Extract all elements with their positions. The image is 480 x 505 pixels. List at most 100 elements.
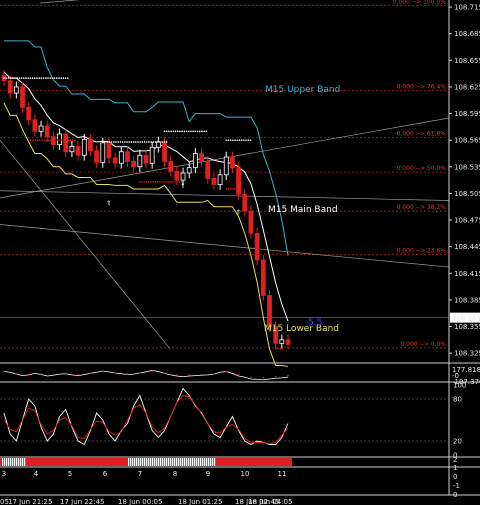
level-dot — [232, 139, 234, 141]
lower-band-line — [3, 102, 289, 367]
ind3-tick — [196, 458, 198, 466]
ind3-tick — [148, 458, 150, 466]
ind3-tick — [200, 458, 202, 466]
level-dot — [45, 139, 48, 141]
candle-body — [248, 210, 254, 234]
level-dot — [40, 77, 43, 79]
level-dot — [225, 139, 228, 141]
ind3-tick — [184, 458, 186, 466]
ind2-scale-label: 100 — [453, 382, 466, 390]
candle-body — [106, 142, 112, 159]
price-tick-label: 108.355 — [454, 323, 480, 331]
level-dot — [163, 181, 165, 183]
ind3-tick — [128, 458, 130, 466]
lower-band-label: M15 Lower Band — [264, 324, 339, 334]
level-dot — [130, 141, 133, 143]
level-dot — [183, 130, 186, 133]
level-dot — [277, 347, 279, 350]
level-dot — [64, 77, 67, 79]
level-dot — [56, 139, 59, 141]
ind3-scale-label: 1 — [453, 464, 457, 472]
ind3-number: 5 — [68, 470, 72, 478]
level-dot — [25, 77, 27, 79]
ind1-dot — [151, 370, 153, 372]
level-dot — [145, 181, 148, 183]
ind3-tick — [214, 458, 216, 466]
level-dot — [42, 77, 45, 79]
ind1-dot — [15, 372, 18, 375]
ind3-tick — [8, 458, 10, 466]
ind2-signal-line — [3, 395, 289, 445]
candle-body — [38, 125, 44, 132]
ind3-tick — [136, 458, 138, 466]
level-dot — [229, 188, 232, 190]
price-tick-label: 108.445 — [454, 243, 480, 251]
ind1-dot — [250, 376, 252, 378]
level-dot — [123, 141, 126, 143]
level-dot — [9, 77, 12, 79]
price-tick-label: 108.625 — [454, 83, 480, 91]
candle-body — [267, 295, 272, 327]
level-dot — [236, 139, 239, 141]
ind1-dot — [40, 373, 42, 375]
level-dot — [176, 181, 179, 183]
level-dot — [58, 77, 60, 79]
trend-line — [0, 190, 450, 201]
ind3-tick — [160, 458, 162, 466]
fib-level-label: 0.000 --> 76.4% — [397, 84, 447, 91]
main-band-label: M15 Main Band — [268, 205, 338, 215]
ind1-dot — [27, 373, 30, 375]
ind1-dot — [64, 372, 67, 375]
level-dot — [3, 77, 5, 79]
candle-body — [137, 154, 143, 168]
level-dot — [36, 139, 39, 141]
level-dot — [281, 347, 284, 350]
level-dot — [279, 347, 281, 350]
candle-body — [44, 125, 50, 138]
level-dot — [249, 139, 252, 141]
level-dot — [47, 139, 50, 141]
ind2-scale-label: 20 — [453, 438, 462, 446]
level-dot — [29, 77, 32, 79]
level-dot — [47, 77, 49, 79]
level-dot — [240, 139, 243, 141]
level-dot — [20, 77, 23, 79]
candle-body — [279, 339, 285, 344]
fib-level-label: 0.000 --> 50.0% — [397, 165, 447, 172]
candle-body — [32, 119, 38, 132]
level-dot — [34, 77, 36, 79]
level-dot — [165, 181, 168, 183]
ind3-tick — [144, 458, 146, 466]
level-dot — [234, 139, 236, 141]
level-dot — [62, 77, 65, 79]
level-dot — [150, 181, 152, 183]
level-dot — [179, 130, 181, 133]
level-dot — [181, 130, 183, 133]
level-dot — [38, 139, 41, 141]
ind1-dot — [225, 371, 228, 373]
level-dot — [117, 141, 119, 143]
ind3-tick — [152, 458, 154, 466]
level-dot — [69, 139, 72, 141]
candle-body — [20, 86, 25, 108]
level-dot — [147, 181, 150, 183]
level-dot — [110, 141, 113, 143]
ind3-tick — [22, 458, 24, 466]
level-dot — [128, 141, 130, 143]
level-dot — [139, 141, 141, 143]
ind3-tick — [138, 458, 140, 466]
level-dot — [163, 141, 166, 143]
level-dot — [154, 141, 157, 143]
candle-body — [57, 133, 62, 146]
price-tick-label: 108.595 — [454, 110, 480, 118]
chart-area[interactable]: 108.715 108.685 108.655 108.625 108.595 108.5… — [0, 0, 480, 505]
level-dot — [63, 139, 65, 141]
chart-svg: 108.715 108.685 108.655 108.625 108.595 108.5… — [0, 0, 480, 505]
price-tick-label: 108.535 — [454, 163, 480, 171]
ind3-tick — [202, 458, 204, 466]
level-dot — [169, 181, 172, 183]
level-dot — [176, 130, 179, 133]
candle-body — [131, 161, 137, 168]
level-dot — [67, 77, 69, 79]
level-dot — [38, 77, 40, 79]
